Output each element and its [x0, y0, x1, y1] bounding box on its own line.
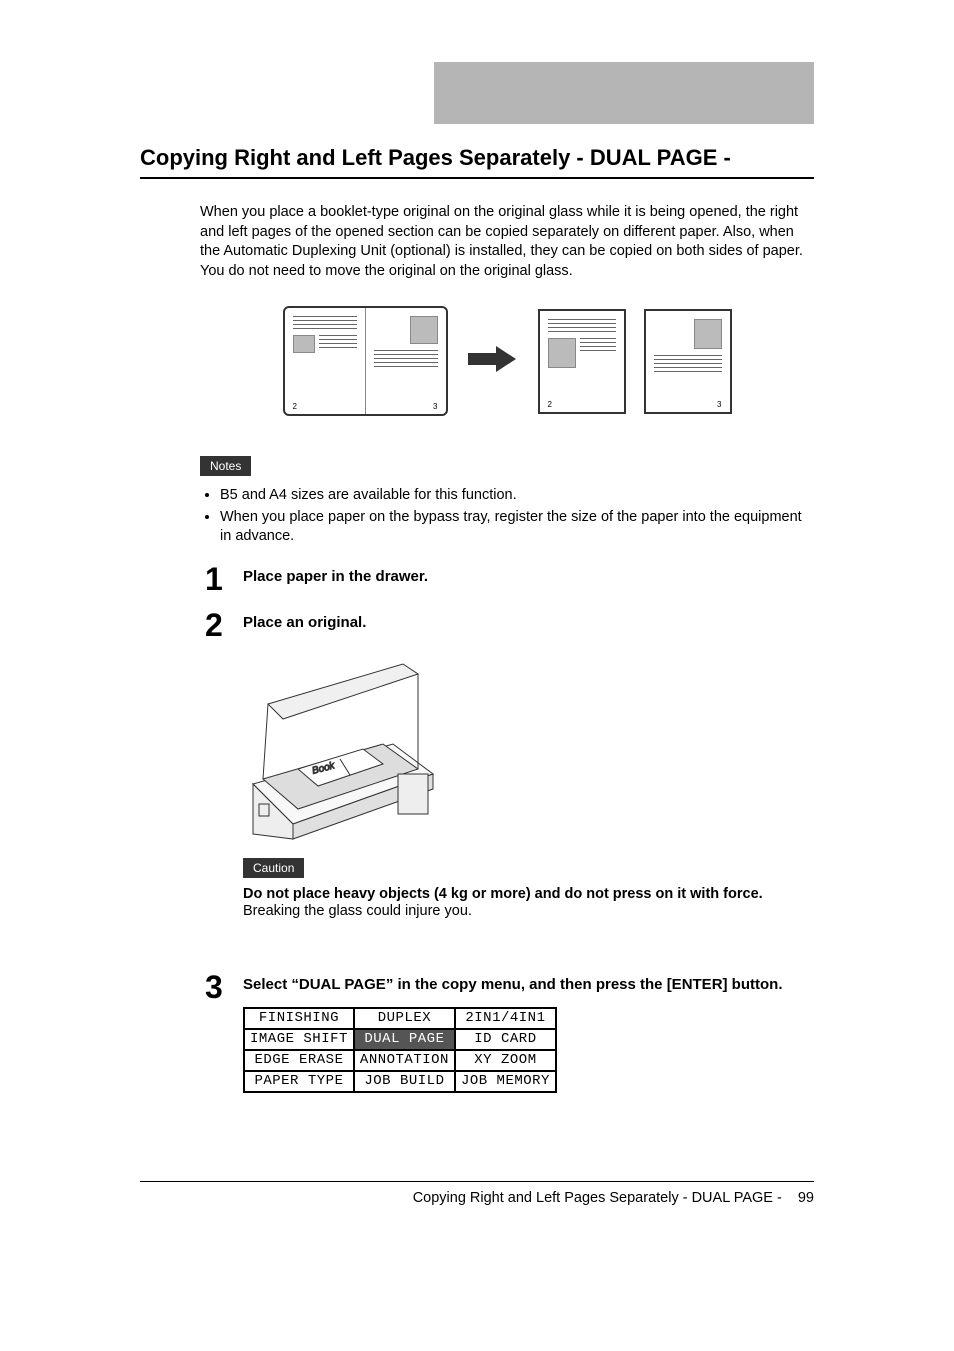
page-footer: Copying Right and Left Pages Separately …: [140, 1181, 814, 1206]
menu-item-xy-zoom[interactable]: XY ZOOM: [455, 1050, 556, 1071]
menu-item-job-memory[interactable]: JOB MEMORY: [455, 1071, 556, 1092]
thumbnail-icon: [410, 316, 438, 344]
menu-item-id-card[interactable]: ID CARD: [455, 1029, 556, 1050]
step-3: 3 Select “DUAL PAGE” in the copy menu, a…: [205, 971, 814, 1093]
step-number: 2: [205, 609, 243, 641]
caution-bold-text: Do not place heavy objects (4 kg or more…: [243, 886, 814, 902]
page-content: Copying Right and Left Pages Separately …: [0, 0, 954, 1147]
notes-list: B5 and A4 sizes are available for this f…: [220, 486, 814, 547]
step-1: 1 Place paper in the drawer.: [205, 563, 814, 595]
thumbnail-icon: [694, 319, 722, 349]
footer-title: Copying Right and Left Pages Separately …: [413, 1190, 782, 1206]
thumbnail-icon: [548, 338, 576, 368]
copy-menu-table: FINISHING DUPLEX 2IN1/4IN1 IMAGE SHIFT D…: [243, 1007, 557, 1093]
note-item: When you place paper on the bypass tray,…: [220, 508, 814, 547]
step-title: Select “DUAL PAGE” in the copy menu, and…: [243, 975, 814, 995]
menu-item-duplex[interactable]: DUPLEX: [354, 1008, 455, 1029]
menu-item-image-shift[interactable]: IMAGE SHIFT: [244, 1029, 354, 1050]
book-right-page: 3: [366, 308, 446, 414]
menu-item-dual-page[interactable]: DUAL PAGE: [354, 1029, 455, 1050]
step-number: 1: [205, 563, 243, 595]
header-gray-bar: [434, 62, 814, 124]
menu-item-job-build[interactable]: JOB BUILD: [354, 1071, 455, 1092]
menu-item-edge-erase[interactable]: EDGE ERASE: [244, 1050, 354, 1071]
menu-item-finishing[interactable]: FINISHING: [244, 1008, 354, 1029]
notes-label: Notes: [200, 456, 251, 476]
result-left-page-number: 2: [548, 400, 552, 409]
thumbnail-icon: [293, 335, 315, 353]
caution-text: Breaking the glass could injure you.: [243, 902, 814, 922]
section-title: Copying Right and Left Pages Separately …: [140, 145, 814, 179]
result-left-page: 2: [538, 309, 626, 414]
result-right-page: 3: [644, 309, 732, 414]
scanner-illustration: Book: [243, 644, 443, 844]
menu-item-paper-type[interactable]: PAPER TYPE: [244, 1071, 354, 1092]
caution-label: Caution: [243, 858, 304, 878]
dual-page-diagram: 2 3: [200, 306, 814, 416]
note-item: B5 and A4 sizes are available for this f…: [220, 486, 814, 506]
step-number: 3: [205, 971, 243, 1003]
result-right-page-number: 3: [717, 400, 721, 409]
booklet-illustration: 2 3: [283, 306, 448, 416]
result-pages: 2 3: [538, 309, 732, 414]
step-title: Place an original.: [243, 613, 814, 633]
arrow-right-icon: [468, 339, 518, 384]
book-left-page-number: 2: [293, 402, 297, 411]
menu-item-annotation[interactable]: ANNOTATION: [354, 1050, 455, 1071]
book-right-page-number: 3: [433, 402, 437, 411]
book-left-page: 2: [285, 308, 366, 414]
menu-item-2in1-4in1[interactable]: 2IN1/4IN1: [455, 1008, 556, 1029]
intro-paragraph: When you place a booklet-type original o…: [200, 203, 814, 281]
footer-page-number: 99: [798, 1190, 814, 1206]
step-title: Place paper in the drawer.: [243, 567, 814, 587]
step-2: 2 Place an original. Book: [205, 609, 814, 957]
